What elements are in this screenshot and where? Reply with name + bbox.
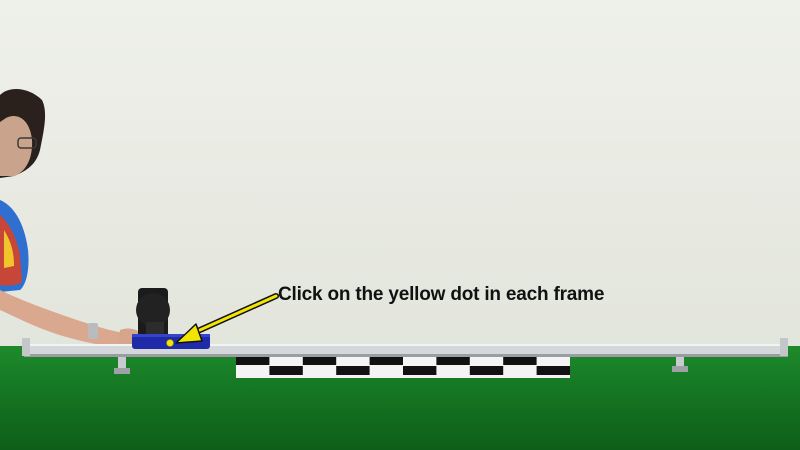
video-frame[interactable]: Click on the yellow dot in each frame — [0, 0, 800, 450]
checker-square — [269, 366, 303, 375]
checker-square — [336, 366, 370, 375]
yellow-dot-marker[interactable] — [166, 339, 174, 347]
yellow-arrow-icon — [175, 293, 279, 344]
checker-square — [403, 366, 437, 375]
checker-square — [236, 356, 270, 365]
person — [0, 88, 146, 348]
checker-square — [469, 366, 504, 375]
scene-svg — [0, 88, 788, 378]
checker-square — [436, 356, 470, 365]
checker-square — [503, 356, 537, 365]
instruction-label: Click on the yellow dot in each frame — [278, 284, 605, 305]
checker-square — [369, 356, 403, 365]
checker-square — [536, 366, 570, 375]
checker-square — [302, 356, 337, 365]
